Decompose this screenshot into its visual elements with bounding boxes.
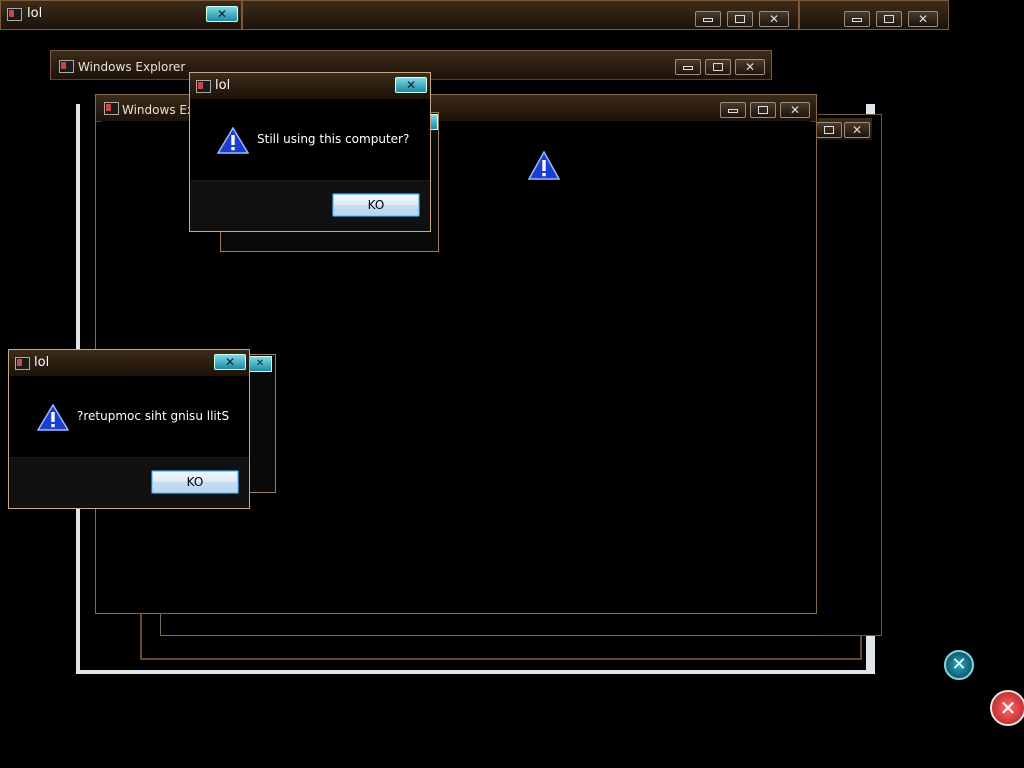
app-icon	[15, 357, 30, 370]
app-icon	[196, 80, 211, 93]
ok-button[interactable]: KO	[151, 470, 239, 494]
maximize-button[interactable]	[750, 102, 776, 118]
explorer-icon	[59, 60, 74, 73]
warning-icon	[37, 404, 69, 431]
maximize-icon	[735, 15, 745, 23]
dialog-body: Still using this computer?	[190, 99, 430, 185]
close-button[interactable]: ✕	[395, 77, 427, 93]
title-bar: lol ✕	[190, 73, 430, 100]
dialog-footer: KO	[190, 180, 430, 231]
window-title: lol	[27, 6, 43, 21]
message-dialog-reversed: lol ✕ ?retupmoc siht gnisu llitS KO	[8, 349, 250, 509]
minimize-icon	[683, 66, 693, 70]
ghost-maximize-button[interactable]	[816, 122, 842, 138]
dialog-message: ?retupmoc siht gnisu llitS	[77, 409, 230, 423]
dialog-footer: KO	[9, 457, 249, 508]
close-icon: ✕	[224, 355, 236, 369]
window-title: Windows Explorer	[78, 60, 186, 74]
message-dialog: lol ✕ Still using this computer? KO	[189, 72, 431, 232]
close-icon: ✕	[789, 103, 801, 117]
dialog-message: Still using this computer?	[257, 132, 410, 146]
ghost-close-button[interactable]: ✕	[844, 122, 870, 138]
error-close-button[interactable]: ✕	[990, 690, 1024, 726]
dialog-title: lol	[34, 355, 50, 370]
close-icon: ✕	[216, 7, 228, 21]
close-icon: ✕	[917, 12, 929, 26]
maximize-icon	[884, 15, 894, 23]
ok-button[interactable]: KO	[332, 193, 420, 217]
title-bar: lol ✕	[9, 350, 249, 377]
minimize-button[interactable]	[844, 11, 870, 27]
close-button[interactable]: ✕	[735, 59, 765, 75]
close-icon: ✕	[405, 78, 417, 92]
dialog-body: ?retupmoc siht gnisu llitS	[9, 376, 249, 462]
dialog-shadow-bottom-button: ✕	[248, 356, 272, 372]
close-button[interactable]: ✕	[759, 11, 789, 27]
window-topbar-left: lol ✕	[0, 0, 242, 30]
close-button[interactable]: ✕	[214, 354, 246, 370]
close-icon: ✕	[768, 12, 780, 26]
minimize-button[interactable]	[720, 102, 746, 118]
close-button[interactable]: ✕	[780, 102, 810, 118]
minimize-button[interactable]	[675, 59, 701, 75]
ghost-window-right-strip	[818, 114, 882, 636]
minimize-icon	[728, 109, 738, 113]
minimize-icon	[852, 18, 862, 22]
warning-icon	[528, 151, 560, 180]
close-icon: ✕	[744, 60, 756, 74]
maximize-button[interactable]	[727, 11, 753, 27]
close-button[interactable]: ✕	[206, 6, 238, 22]
dialog-title: lol	[215, 78, 231, 93]
warning-icon	[217, 127, 249, 154]
window-topbar-right: ✕	[799, 0, 949, 30]
app-icon	[7, 8, 22, 21]
close-button[interactable]: ✕	[908, 11, 938, 27]
minimize-button[interactable]	[695, 11, 721, 27]
maximize-icon	[758, 106, 768, 114]
explorer-icon	[104, 102, 119, 115]
maximize-icon	[713, 63, 723, 71]
maximize-button[interactable]	[705, 59, 731, 75]
close-icon: ✕	[951, 654, 967, 675]
maximize-button[interactable]	[876, 11, 902, 27]
window-topbar-middle: ✕	[242, 0, 799, 30]
minimize-icon	[703, 18, 713, 22]
close-icon: ✕	[999, 696, 1017, 720]
floating-close-button[interactable]: ✕	[944, 650, 974, 680]
